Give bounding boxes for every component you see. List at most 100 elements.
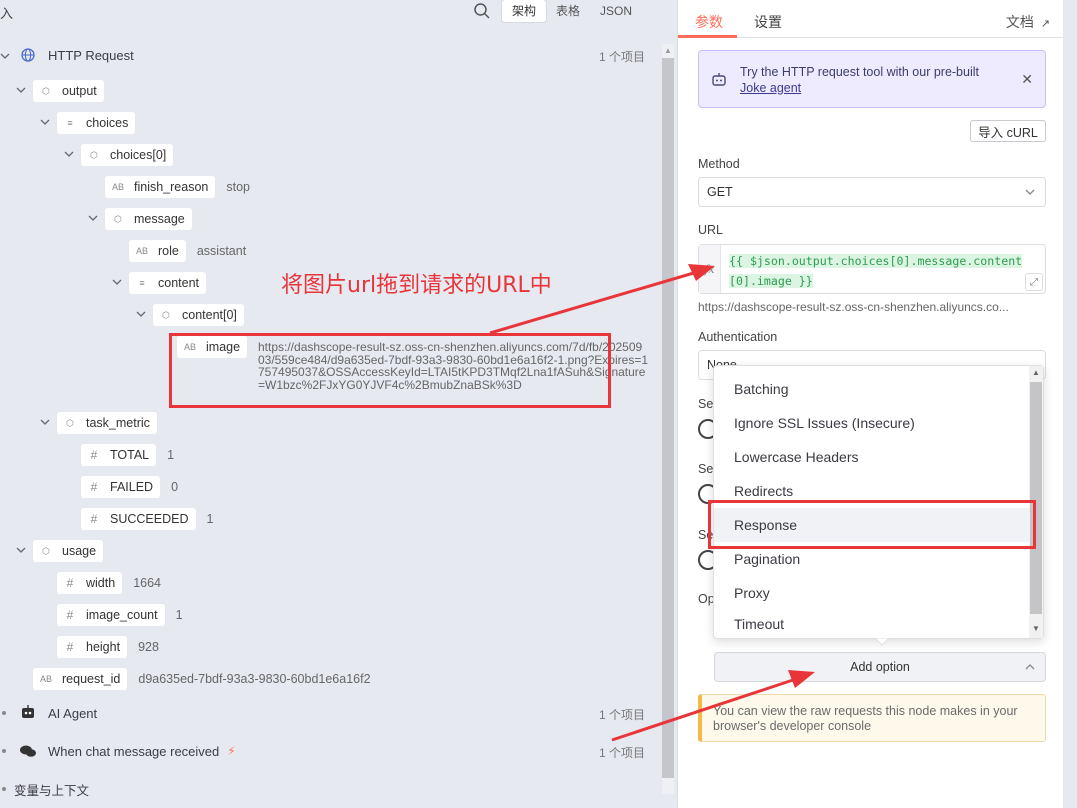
tree-node-variables[interactable]: 变量与上下文 [14, 778, 89, 800]
field-key: FAILED [110, 480, 154, 494]
item-count: 1 个项目 [599, 708, 646, 722]
number-icon: # [66, 640, 74, 654]
option-lowercase-headers[interactable]: Lowercase Headers [714, 440, 1030, 474]
dropdown-scroll-thumb[interactable] [1030, 382, 1042, 614]
scroll-up-arrow-icon[interactable]: ▲ [1032, 368, 1040, 377]
method-select[interactable]: GET [698, 177, 1046, 207]
field-key: choices[0] [110, 148, 167, 162]
joke-agent-link[interactable]: Joke agent [740, 81, 801, 95]
joke-agent-banner: Try the HTTP request tool with our pre-b… [698, 50, 1046, 108]
import-curl-button[interactable]: 导入 cURL [970, 120, 1046, 142]
parameter-tabs: 参数 设置 文档 ↗ [678, 0, 1064, 38]
docs-link[interactable]: 文档 ↗ [1006, 12, 1050, 32]
option-ignore-ssl[interactable]: Ignore SSL Issues (Insecure) [714, 406, 1030, 440]
list-icon: ≡ [67, 118, 73, 128]
chevron-down-icon[interactable] [40, 417, 50, 427]
chevron-down-icon[interactable] [0, 51, 10, 61]
tree-node-task-metric[interactable]: ⬡ task_metric [57, 412, 157, 434]
field-key: SUCCEEDED [110, 512, 189, 526]
annotation-box-response [708, 500, 1036, 549]
node-label: When chat message received [48, 743, 220, 759]
method-label: Method [698, 157, 740, 171]
tree-leaf-finish-reason[interactable]: AB finish_reason stop [105, 176, 250, 198]
scrollbar-thumb[interactable] [662, 58, 674, 778]
search-icon[interactable] [473, 2, 491, 20]
url-expression-input[interactable]: fx {{ $json.output.choices[0].message.co… [698, 244, 1046, 294]
field-value: d9a635ed-7bdf-93a3-9830-60bd1e6a16f2 [138, 672, 371, 686]
field-key: request_id [62, 672, 121, 686]
node-label: HTTP Request [48, 47, 134, 63]
field-key: task_metric [86, 416, 150, 430]
scroll-up-arrow-icon[interactable]: ▲ [664, 46, 672, 55]
option-timeout[interactable]: Timeout [714, 610, 1030, 638]
tree-node-output[interactable]: ⬡ output [33, 80, 104, 102]
tree-leaf-request-id[interactable]: AB request_id d9a635ed-7bdf-93a3-9830-60b… [33, 668, 371, 690]
add-option-button[interactable]: Add option [714, 652, 1046, 682]
chevron-down-icon[interactable] [88, 213, 98, 223]
add-option-label: Add option [850, 660, 910, 674]
tree-node-content[interactable]: ≡ content [129, 272, 207, 294]
field-value: 1 [206, 512, 214, 526]
close-icon[interactable]: ✕ [1021, 71, 1033, 88]
collapsed-bullet-icon[interactable] [2, 711, 6, 715]
tree-node-http-request[interactable]: HTTP Request [14, 44, 134, 66]
tree-leaf-succeeded[interactable]: # SUCCEEDED 1 [81, 508, 213, 530]
tree-node-content-0[interactable]: ⬡ content[0] [153, 304, 244, 326]
authentication-label: Authentication [698, 330, 778, 344]
partial-label: Se [698, 462, 714, 476]
tree-leaf-height[interactable]: # height 928 [57, 636, 159, 658]
chevron-down-icon[interactable] [40, 117, 50, 127]
url-preview: https://dashscope-result-sz.oss-cn-shenz… [698, 300, 1009, 314]
field-key: width [86, 576, 116, 590]
number-icon: # [90, 480, 98, 494]
field-value: stop [226, 180, 250, 194]
option-batching[interactable]: Batching [714, 372, 1030, 406]
field-key: usage [62, 544, 97, 558]
collapsed-bullet-icon[interactable] [2, 749, 6, 753]
chevron-down-icon[interactable] [64, 149, 74, 159]
external-link-icon: ↗ [1040, 18, 1050, 30]
field-key: content[0] [182, 308, 237, 322]
scroll-down-arrow-icon[interactable]: ▼ [1032, 624, 1040, 633]
item-count: 1 个项目 [599, 50, 646, 64]
tree-node-choices-0[interactable]: ⬡ choices[0] [81, 144, 174, 166]
globe-icon [21, 48, 35, 62]
tree-leaf-image-count[interactable]: # image_count 1 [57, 604, 183, 626]
expand-editor-icon[interactable]: ⤢ [1025, 273, 1043, 291]
chevron-down-icon[interactable] [136, 309, 146, 319]
url-expression[interactable]: {{ $json.output.choices[0].message.conte… [729, 251, 1035, 291]
chevron-down-icon[interactable] [16, 85, 26, 95]
field-value: 1664 [133, 576, 161, 590]
option-proxy[interactable]: Proxy [714, 576, 1030, 610]
object-icon: ⬡ [162, 309, 170, 320]
tab-parameters[interactable]: 参数 [695, 12, 723, 32]
tree-node-ai-agent[interactable]: AI Agent [14, 702, 97, 724]
chevron-down-icon [1025, 189, 1035, 195]
output-scrollbar[interactable]: ▲ [662, 44, 674, 794]
partial-label: Se [698, 397, 714, 411]
tree-node-usage[interactable]: ⬡ usage [33, 540, 104, 562]
chevron-down-icon[interactable] [16, 545, 26, 555]
chevron-down-icon[interactable] [112, 277, 122, 287]
tree-node-chat-trigger[interactable]: When chat message received ⚡ [14, 740, 236, 762]
tree-leaf-role[interactable]: AB role assistant [129, 240, 246, 262]
banner-text: Try the HTTP request tool with our pre-b… [740, 64, 1010, 96]
tab-settings[interactable]: 设置 [754, 12, 782, 32]
tree-node-choices[interactable]: ≡ choices [57, 112, 136, 134]
tab-schema[interactable]: 架构 [502, 0, 547, 22]
object-icon: ⬡ [42, 545, 50, 556]
tab-table[interactable]: 表格 [546, 0, 590, 22]
field-key: output [62, 84, 97, 98]
tree-node-message[interactable]: ⬡ message [105, 208, 192, 230]
field-key: image_count [86, 608, 158, 622]
tab-json[interactable]: JSON [590, 0, 642, 22]
string-icon: AB [135, 246, 148, 256]
fx-icon: fx [699, 245, 721, 293]
tree-leaf-failed[interactable]: # FAILED 0 [81, 476, 178, 498]
tree-leaf-total[interactable]: # TOTAL 1 [81, 444, 174, 466]
dropdown-pointer [875, 638, 889, 646]
collapsed-bullet-icon[interactable] [2, 787, 6, 791]
tree-leaf-width[interactable]: # width 1664 [57, 572, 161, 594]
object-icon: ⬡ [114, 213, 122, 224]
field-value: 1 [175, 608, 183, 622]
